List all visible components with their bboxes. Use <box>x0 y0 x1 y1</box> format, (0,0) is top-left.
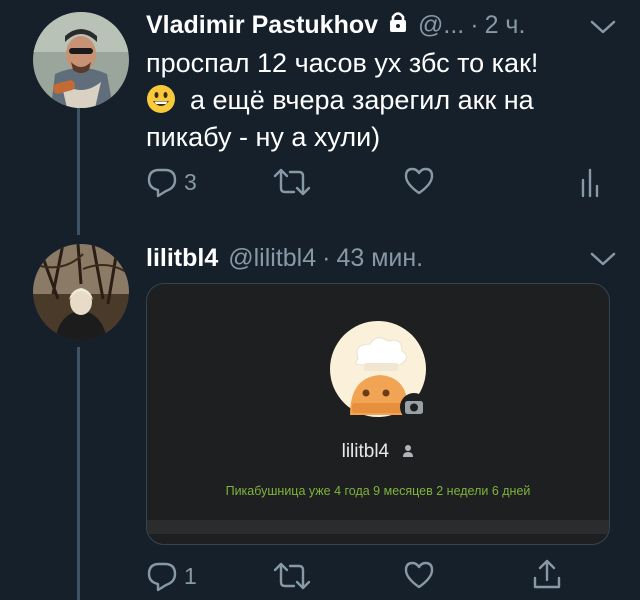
author-name[interactable]: Vladimir Pastukhov <box>146 11 378 40</box>
tweet-timestamp[interactable]: 2 ч. <box>485 11 526 40</box>
retweet-button[interactable] <box>272 562 312 590</box>
reply-button[interactable]: 1 <box>146 560 197 592</box>
tweet2-header: lilitbl4 @lilitbl4 · 43 мин. <box>146 243 423 273</box>
reply-icon <box>146 166 178 198</box>
avatar-lilitbl4[interactable] <box>33 244 129 340</box>
chevron-down-icon[interactable] <box>588 16 618 40</box>
share-icon <box>532 558 562 590</box>
author-handle[interactable]: @lilitbl4 <box>228 244 316 273</box>
separator-dot: · <box>322 243 331 272</box>
tweet-text-line-2: а ещё вчера зарегил акк на <box>146 82 616 119</box>
user-icon <box>402 442 414 464</box>
tweet-timestamp[interactable]: 43 мин. <box>336 244 423 273</box>
card-username-row: lilitbl4 <box>147 441 609 464</box>
like-button[interactable] <box>403 166 435 196</box>
chevron-down-icon[interactable] <box>588 248 618 272</box>
author-handle[interactable]: @... <box>418 11 464 40</box>
author-name[interactable]: lilitbl4 <box>146 244 218 273</box>
lock-icon <box>388 11 408 40</box>
thread-line-bottom <box>77 347 80 600</box>
retweet-button[interactable] <box>272 168 312 196</box>
heart-icon <box>403 166 435 196</box>
profile-avatar-pikabu <box>328 319 428 421</box>
tweet-text-line-2-text: а ещё вчера зарегил акк на <box>190 85 534 115</box>
tweet-text-line-1: проспал 12 часов ух збс то как! <box>146 48 539 78</box>
share-button[interactable] <box>532 558 562 590</box>
thread-line-top <box>77 108 80 235</box>
analytics-icon <box>580 166 600 198</box>
card-divider <box>147 520 609 534</box>
reply-icon <box>146 560 178 592</box>
card-username: lilitbl4 <box>341 441 390 462</box>
retweet-icon <box>272 562 312 590</box>
reply-button[interactable]: 3 <box>146 166 197 198</box>
avatar-vladimir[interactable] <box>33 12 129 108</box>
like-button[interactable] <box>403 560 435 590</box>
tweet1-text: проспал 12 часов ух збс то как! а ещё вч… <box>146 45 616 156</box>
reply-count: 3 <box>184 168 197 195</box>
separator-dot: · <box>470 10 479 39</box>
retweet-icon <box>272 168 312 196</box>
analytics-button[interactable] <box>580 166 600 198</box>
attached-image[interactable]: lilitbl4 Пикабушница уже 4 года 9 месяце… <box>146 283 610 545</box>
reply-count: 1 <box>184 562 197 589</box>
tweet1-header: Vladimir Pastukhov @... · 2 ч. <box>146 10 525 40</box>
grinning-face-icon <box>146 84 176 114</box>
heart-icon <box>403 560 435 590</box>
tweet-text-line-3: пикабу - ну а хули) <box>146 122 381 152</box>
card-tenure: Пикабушница уже 4 года 9 месяцев 2 недел… <box>225 484 531 498</box>
